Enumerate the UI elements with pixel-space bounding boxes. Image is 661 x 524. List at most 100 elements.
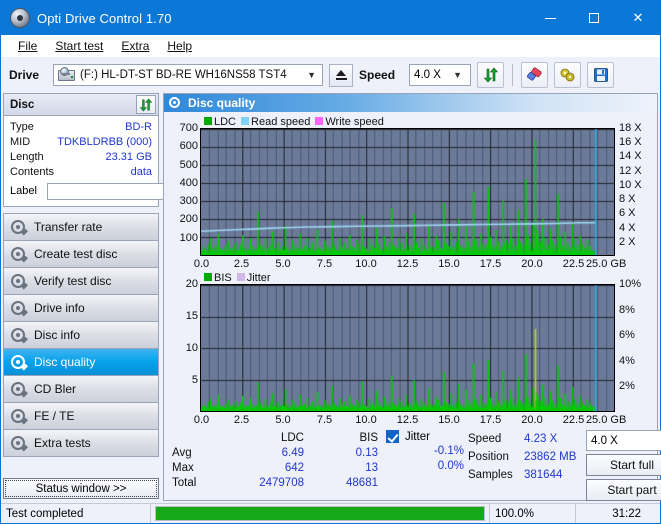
result-samples-label: Samples [468, 469, 524, 481]
start-part-button[interactable]: Start part [586, 479, 661, 501]
stats-area: LDC BIS Avg 6.49 0.13 Max 642 13 Total 2… [164, 426, 657, 501]
menu-start-test[interactable]: Start test [46, 37, 112, 55]
x-tick-label: 12.5 [397, 414, 418, 426]
x-tick-label: 2.5 [234, 414, 249, 426]
disc-quality-icon [169, 97, 182, 109]
stats-row-total-label: Total [164, 477, 230, 489]
stats-max-bis: 13 [304, 462, 378, 474]
chart1-y2-axis: 2 X4 X6 X8 X 10 X 12 X 14 X 16 X 18 X [617, 128, 655, 256]
x-tick-label: 0.0 [194, 258, 209, 270]
drive-toolbar: Drive (F:) HL-DT-ST BD-RE WH16NS58 TST4 … [1, 57, 660, 93]
jitter-label: Jitter [405, 431, 430, 443]
title-bar: Opti Drive Control 1.70 ✕ [1, 1, 660, 35]
disc-refresh-icon[interactable] [136, 95, 156, 114]
disc-info-box: Disc Type BD-R MID TDKBLDRBB (000) Lengt… [3, 93, 159, 207]
chart1-plot [200, 128, 615, 256]
menu-file[interactable]: File [9, 37, 46, 55]
disc-row-contents-value: data [131, 166, 152, 178]
sidebar-item-cd-bler[interactable]: CD Bler [4, 376, 158, 403]
menu-bar: File Start test Extra Help [1, 35, 660, 57]
drive-select[interactable]: (F:) HL-DT-ST BD-RE WH16NS58 TST4 ▼ [53, 64, 323, 86]
sidebar-item-create-test-disc[interactable]: Create test disc [4, 241, 158, 268]
x-tick-label: 22.5 [563, 414, 584, 426]
disc-row-length: Length 23.31 GB [10, 149, 152, 164]
result-samples-row: Samples 381644 [468, 466, 586, 484]
key-icon[interactable] [554, 62, 581, 88]
y-tick-label: 400 [180, 177, 198, 189]
resize-grip[interactable] [646, 504, 660, 523]
y-tick-label: 300 [180, 195, 198, 207]
progress-percent: 100.0% [490, 504, 576, 523]
drive-info-icon [10, 301, 27, 316]
save-icon[interactable] [587, 62, 614, 88]
x-tick-label: 17.5 [480, 258, 501, 270]
result-position-value: 23862 MB [524, 451, 586, 463]
sidebar-item-label: CD Bler [34, 382, 76, 396]
x-tick-label: 2.5 [234, 258, 249, 270]
app-icon [9, 7, 31, 29]
legend-item-read-speed: Read speed [241, 116, 310, 128]
disc-write-icon [10, 247, 27, 262]
panel-header: Disc quality [164, 94, 657, 112]
y2-tick-label: 2 X [619, 236, 636, 248]
results-values: Speed 4.23 X Position 23862 MB Samples 3… [468, 430, 586, 501]
start-full-button[interactable]: Start full [586, 454, 661, 476]
close-icon[interactable]: ✕ [616, 1, 660, 35]
legend-item-bis: BIS [204, 272, 232, 284]
menu-extra[interactable]: Extra [112, 37, 158, 55]
main-body: Disc Type BD-R MID TDKBLDRBB (000) Lengt… [1, 93, 660, 503]
cd-bler-icon [10, 382, 27, 397]
y-tick-label: 15 [186, 310, 198, 322]
sidebar-item-extra-tests[interactable]: Extra tests [4, 430, 158, 457]
y2-tick-label: 12 X [619, 165, 642, 177]
y2-tick-label: 8% [619, 304, 635, 316]
disc-info-rows: Type BD-R MID TDKBLDRBB (000) Length 23.… [4, 116, 158, 206]
result-samples-value: 381644 [524, 469, 586, 481]
sidebar-item-label: Verify test disc [34, 274, 111, 288]
chart1-legend: LDC Read speed Write speed [166, 114, 655, 128]
disc-info-icon [10, 328, 27, 343]
sidebar-item-verify-test-disc[interactable]: Verify test disc [4, 268, 158, 295]
window-controls: ✕ [528, 1, 660, 35]
charts-area: LDC Read speed Write speed 100 200 300 400 5… [164, 112, 657, 426]
minimize-icon[interactable] [528, 1, 572, 35]
window-title: Opti Drive Control 1.70 [37, 11, 172, 26]
sidebar-item-disc-quality[interactable]: Disc quality [4, 349, 158, 376]
y-tick-label: 200 [180, 213, 198, 225]
sidebar-item-transfer-rate[interactable]: Transfer rate [4, 214, 158, 241]
x-tick-label: 7.5 [317, 414, 332, 426]
eraser-icon[interactable] [521, 62, 548, 88]
result-speed-row: Speed 4.23 X [468, 430, 586, 448]
maximize-icon[interactable] [572, 1, 616, 35]
jitter-checkbox[interactable] [386, 430, 399, 443]
disc-row-length-key: Length [10, 151, 44, 163]
disc-info-header: Disc [4, 94, 158, 116]
refresh-icon[interactable] [477, 62, 504, 88]
disc-row-mid: MID TDKBLDRBB (000) [10, 134, 152, 149]
jitter-avg: -0.1% [386, 445, 464, 460]
left-spacer [3, 457, 159, 478]
sidebar-item-label: Disc quality [34, 355, 95, 369]
test-speed-select[interactable]: 4.0 X ▼ [586, 430, 661, 451]
right-panel: Disc quality LDC Read speed Write speed … [163, 93, 658, 501]
disc-verify-icon [10, 274, 27, 289]
menu-help[interactable]: Help [158, 37, 201, 55]
sidebar-item-fe-te[interactable]: FE / TE [4, 403, 158, 430]
progress-bar [151, 504, 490, 523]
y2-tick-label: 4 X [619, 222, 636, 234]
sidebar-item-disc-info[interactable]: Disc info [4, 322, 158, 349]
jitter-toggle[interactable]: Jitter [386, 430, 430, 443]
sidebar-item-drive-info[interactable]: Drive info [4, 295, 158, 322]
y-tick-label: 700 [180, 122, 198, 134]
disc-row-type-key: Type [10, 121, 34, 133]
chart2-x-axis: 0.0 2.5 5.0 7.5 10.0 12.5 15.0 17.5 20.0 22.5 25.0… [200, 414, 615, 428]
status-window-button[interactable]: Status window >> [3, 478, 159, 499]
speed-select[interactable]: 4.0 X ▼ [409, 64, 471, 86]
chart2-plot [200, 284, 615, 412]
x-tick-label: 25.0 GB [586, 414, 626, 426]
sidebar-item-label: FE / TE [34, 409, 74, 423]
chart1-y-axis: 100 200 300 400 500 600 700 [166, 128, 200, 256]
app-window: Opti Drive Control 1.70 ✕ File Start tes… [0, 0, 661, 524]
eject-button[interactable] [329, 64, 353, 87]
stats-max-ldc: 642 [230, 462, 304, 474]
